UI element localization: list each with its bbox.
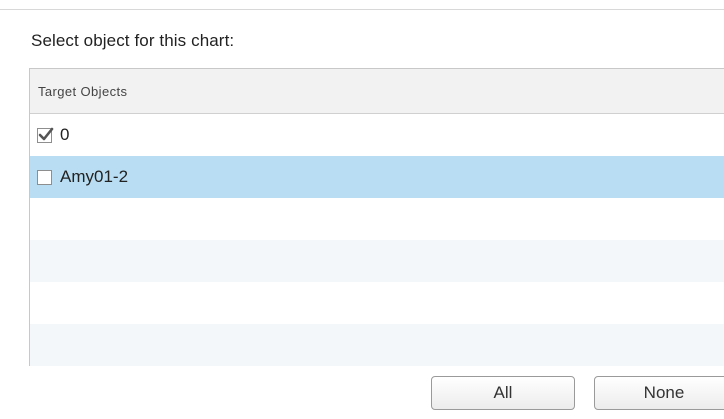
select-object-dialog: Select object for this chart: Target Obj… xyxy=(0,0,724,419)
dialog-prompt: Select object for this chart: xyxy=(31,31,235,50)
checkbox-checked[interactable] xyxy=(37,127,54,143)
list-item-label: 0 xyxy=(60,125,70,144)
checkbox-unchecked[interactable] xyxy=(37,169,52,185)
select-none-button[interactable]: None xyxy=(594,376,724,410)
list-item-label: Amy01-2 xyxy=(60,167,129,186)
grid-column-header[interactable]: Target Objects xyxy=(30,69,724,114)
empty-row xyxy=(30,198,724,240)
list-item-0[interactable]: 0 xyxy=(30,114,724,156)
top-divider xyxy=(0,9,724,10)
column-header-label: Target Objects xyxy=(38,83,128,99)
checkmark-icon xyxy=(38,127,54,140)
empty-row xyxy=(30,282,724,324)
target-objects-grid: Target Objects 0 Amy01-2 xyxy=(29,68,724,366)
empty-row xyxy=(30,324,724,366)
empty-row xyxy=(30,240,724,282)
select-all-button[interactable]: All xyxy=(431,376,575,410)
list-item-amy01-2[interactable]: Amy01-2 xyxy=(30,156,724,198)
